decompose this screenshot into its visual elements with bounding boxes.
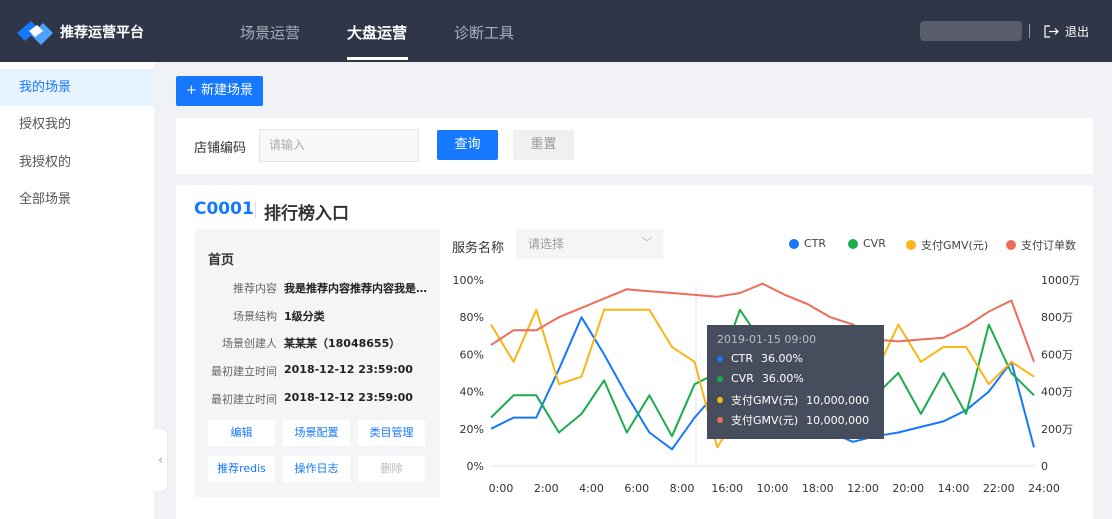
x-tick-label: 6:00	[624, 482, 649, 495]
y-left-tick-label: 80%	[460, 311, 484, 324]
tooltip-row: CVR 36.00%	[717, 372, 804, 385]
x-tick-label: 10:00	[757, 482, 789, 495]
tooltip-series: 支付GMV(元)	[731, 394, 799, 407]
y-right-tick-label: 1000万	[1041, 274, 1080, 287]
tooltip-row: 支付GMV(元) 10,000,000	[717, 412, 869, 428]
tooltip-dot	[717, 355, 723, 362]
tooltip-title: 2019-01-15 09:00	[717, 333, 817, 346]
tooltip-dot	[717, 375, 723, 382]
tooltip-row: CTR 36.00%	[717, 352, 803, 365]
x-tick-label: 18:00	[802, 482, 834, 495]
y-left-tick-label: 20%	[460, 423, 484, 436]
tooltip-dot	[717, 397, 723, 403]
y-right-tick-label: 800万	[1041, 311, 1073, 324]
x-tick-label: 14:00	[938, 482, 970, 495]
tooltip-value: 10,000,000	[806, 413, 870, 427]
tooltip-value: 36.00%	[761, 352, 803, 365]
x-tick-label: 12:00	[847, 482, 879, 495]
tooltip-row: 支付GMV(元) 10,000,000	[717, 392, 869, 408]
tooltip-series: CVR	[731, 372, 754, 385]
x-tick-label: 24:00	[1028, 482, 1060, 495]
chart-tooltip: 2019-01-15 09:00 CTR 36.00% CVR 36.00% 支付G…	[707, 325, 884, 439]
x-tick-label: 8:00	[670, 482, 695, 495]
x-tick-label: 0:00	[489, 482, 514, 495]
tooltip-value: 36.00%	[761, 372, 804, 385]
tooltip-series: 支付GMV(元)	[731, 414, 799, 427]
y-right-tick-label: 600万	[1041, 348, 1073, 361]
y-left-tick-label: 40%	[460, 386, 484, 399]
tooltip-series: CTR	[731, 352, 754, 365]
x-tick-label: 20:00	[892, 482, 924, 495]
x-tick-label: 2:00	[534, 482, 559, 495]
y-left-tick-label: 100%	[453, 274, 484, 287]
y-left-tick-label: 0%	[467, 460, 484, 473]
x-tick-label: 22:00	[983, 482, 1015, 495]
x-tick-label: 16:00	[711, 482, 743, 495]
y-left-tick-label: 60%	[460, 348, 484, 361]
tooltip-dot	[717, 417, 723, 423]
tooltip-value: 10,000,000	[806, 393, 870, 407]
x-tick-label: 4:00	[579, 482, 604, 495]
trend-line-chart: 0% 20% 40% 60% 80% 100% 0 200万 400万 600万 800万 1000万…	[453, 274, 1080, 495]
y-right-tick-label: 200万	[1041, 423, 1073, 436]
y-right-tick-label: 0	[1041, 460, 1048, 473]
y-right-tick-label: 400万	[1041, 386, 1073, 399]
